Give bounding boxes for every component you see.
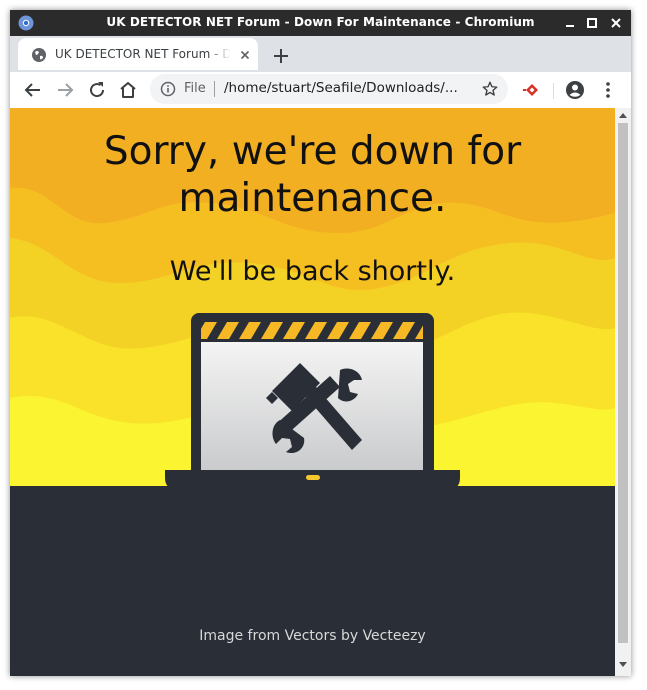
tab-active[interactable]: UK DETECTOR NET Forum - Down For Mainten…	[18, 38, 258, 70]
globe-icon	[32, 48, 46, 62]
maximize-icon	[587, 18, 597, 28]
back-button[interactable]	[21, 78, 45, 102]
back-arrow-icon	[24, 83, 40, 97]
tab-strip: UK DETECTOR NET Forum - Down For Mainten…	[10, 36, 631, 76]
vertical-scrollbar[interactable]	[615, 108, 631, 676]
extension-button[interactable]	[520, 78, 544, 102]
forward-arrow-icon	[58, 83, 74, 97]
window-title: UK DETECTOR NET Forum - Down For Mainten…	[106, 15, 535, 29]
menu-kebab-icon	[606, 82, 610, 98]
minimize-button[interactable]	[559, 13, 581, 33]
laptop-illustration	[165, 313, 460, 490]
laptop-led	[306, 475, 320, 480]
home-button[interactable]	[116, 78, 140, 102]
minimize-icon	[566, 25, 574, 27]
reload-button[interactable]	[85, 78, 109, 102]
title-bar: UK DETECTOR NET Forum - Down For Mainten…	[10, 10, 631, 36]
forward-button[interactable]	[53, 78, 77, 102]
scheme-label: File	[184, 81, 206, 96]
scroll-down-arrow-icon[interactable]	[619, 662, 627, 668]
account-button[interactable]	[563, 78, 587, 102]
menu-button[interactable]	[596, 78, 620, 102]
url-text[interactable]: /home/stuart/Seafile/Downloads/...	[224, 80, 464, 96]
address-bar[interactable]: File /home/stuart/Seafile/Downloads/...	[150, 74, 508, 104]
account-icon	[566, 81, 584, 99]
maximize-button[interactable]	[581, 13, 603, 33]
page-viewport: Sorry, we're down for maintenance. We'll…	[10, 108, 615, 676]
close-button[interactable]	[605, 13, 627, 33]
page-footer: Image from Vectors by Vecteezy	[10, 486, 615, 676]
info-icon[interactable]	[160, 81, 176, 97]
tab-title-fade	[208, 44, 240, 66]
browser-window: UK DETECTOR NET Forum - Down For Mainten…	[10, 10, 631, 676]
new-tab-icon[interactable]	[269, 44, 293, 68]
scroll-up-arrow-icon[interactable]	[619, 112, 627, 118]
bookmark-star-icon[interactable]	[481, 80, 499, 98]
toolbar-divider	[553, 83, 554, 99]
home-icon	[120, 82, 136, 98]
tab-close-icon[interactable]	[237, 47, 253, 63]
image-credit: Image from Vectors by Vecteezy	[199, 628, 426, 644]
navigation-toolbar: File /home/stuart/Seafile/Downloads/...	[10, 72, 631, 108]
reload-icon	[90, 82, 105, 98]
scrollbar-thumb[interactable]	[618, 123, 628, 643]
diamond-extension-icon	[523, 84, 538, 96]
address-separator	[214, 81, 215, 97]
close-icon	[611, 18, 621, 28]
